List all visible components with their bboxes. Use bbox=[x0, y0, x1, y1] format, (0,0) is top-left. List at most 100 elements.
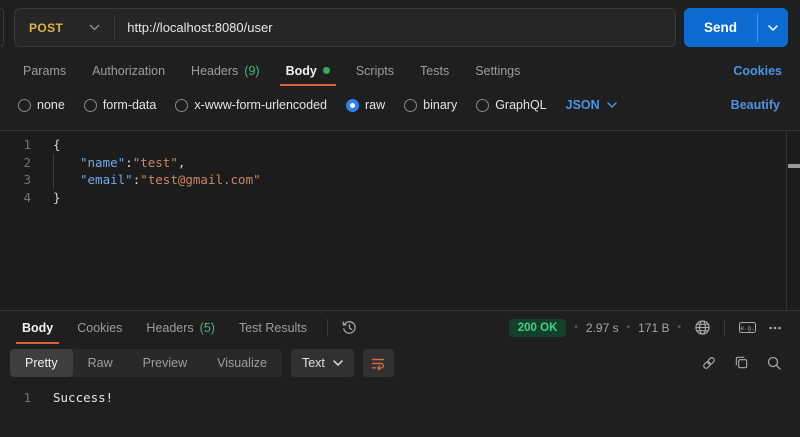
tab-label: Scripts bbox=[355, 63, 395, 78]
url-container: POST bbox=[14, 8, 676, 47]
request-bar: POST Send bbox=[0, 0, 800, 55]
tab-label: Tests bbox=[420, 63, 450, 78]
copy-icon[interactable] bbox=[734, 355, 749, 370]
code-token-key: "name" bbox=[80, 154, 126, 170]
response-meta: 200 OK • 2.97 s • 171 B • e.g. bbox=[508, 311, 788, 344]
view-raw[interactable]: Raw bbox=[73, 349, 128, 377]
response-toolbar: Pretty Raw Preview Visualize Text bbox=[0, 344, 800, 381]
divider bbox=[724, 319, 725, 336]
line-number: 2 bbox=[23, 154, 31, 170]
tab-params[interactable]: Params bbox=[17, 55, 72, 86]
radio-binary[interactable]: binary bbox=[404, 98, 457, 112]
radio-selected-icon bbox=[346, 98, 359, 112]
view-visualize[interactable]: Visualize bbox=[202, 349, 282, 377]
tab-tests[interactable]: Tests bbox=[414, 55, 455, 86]
radio-label: x-www-form-urlencoded bbox=[194, 98, 327, 112]
code-line: 1 Success! bbox=[0, 389, 800, 407]
dot-separator: • bbox=[626, 322, 631, 333]
response-tab-test-results[interactable]: Test Results bbox=[233, 311, 313, 344]
format-dropdown[interactable]: JSON bbox=[566, 98, 617, 112]
response-format-dropdown[interactable]: Text bbox=[290, 348, 354, 377]
radio-label: form-data bbox=[102, 98, 157, 112]
tab-label: Authorization bbox=[92, 63, 166, 78]
cookies-label: Cookies bbox=[733, 63, 782, 78]
response-tab-headers[interactable]: Headers (5) bbox=[140, 311, 221, 344]
radio-none[interactable]: none bbox=[18, 98, 65, 112]
tab-label: Body bbox=[22, 320, 54, 335]
cookies-link[interactable]: Cookies bbox=[733, 55, 782, 86]
status-badge: 200 OK bbox=[508, 318, 567, 337]
code-token: : bbox=[132, 172, 141, 187]
response-time: 2.97 s bbox=[585, 320, 619, 335]
tab-count: (9) bbox=[244, 63, 260, 78]
radio-graphql[interactable]: GraphQL bbox=[476, 98, 547, 112]
code-token: : bbox=[125, 154, 133, 170]
response-tab-cookies[interactable]: Cookies bbox=[71, 311, 128, 344]
response-text: Success! bbox=[53, 390, 114, 405]
view-pretty[interactable]: Pretty bbox=[10, 348, 73, 377]
code-line: 1 { bbox=[0, 136, 800, 154]
send-button[interactable]: Send bbox=[684, 8, 757, 47]
code-line: 2 "name": "test", bbox=[0, 153, 800, 171]
save-example-icon[interactable]: e.g. bbox=[733, 320, 762, 335]
view-switcher: Pretty Raw Preview Visualize bbox=[10, 348, 282, 377]
dot-separator: • bbox=[574, 322, 578, 333]
network-globe-icon[interactable] bbox=[689, 319, 716, 336]
chevron-down-icon bbox=[768, 24, 778, 31]
tab-label: Test Results bbox=[238, 320, 308, 335]
history-icon[interactable] bbox=[336, 311, 363, 344]
tab-settings[interactable]: Settings bbox=[469, 55, 526, 86]
scrollbar-thumb[interactable] bbox=[788, 164, 800, 168]
code-token: { bbox=[53, 137, 61, 152]
radio-icon bbox=[83, 98, 97, 112]
radio-icon bbox=[18, 98, 31, 112]
view-preview[interactable]: Preview bbox=[128, 349, 202, 377]
link-icon[interactable] bbox=[701, 355, 717, 371]
line-number: 3 bbox=[23, 172, 31, 187]
window-edge bbox=[0, 8, 4, 47]
code-line: 3 "email": "test@gmail.com" bbox=[0, 171, 800, 189]
code-token-value: "test" bbox=[132, 154, 178, 170]
divider bbox=[327, 319, 329, 336]
url-input[interactable] bbox=[115, 9, 675, 46]
radio-label: raw bbox=[365, 98, 386, 112]
format-label: JSON bbox=[565, 98, 600, 112]
send-options-button[interactable] bbox=[758, 8, 788, 47]
tab-authorization[interactable]: Authorization bbox=[86, 55, 171, 86]
tab-label: Cookies bbox=[77, 320, 123, 335]
response-body-viewer[interactable]: 1 Success! bbox=[0, 381, 800, 437]
radio-x-www-form-urlencoded[interactable]: x-www-form-urlencoded bbox=[175, 98, 327, 112]
tab-count: (5) bbox=[199, 320, 215, 335]
method-select[interactable]: POST bbox=[15, 9, 114, 46]
editor-scrollbar[interactable] bbox=[786, 131, 800, 310]
radio-label: GraphQL bbox=[495, 98, 547, 112]
search-icon[interactable] bbox=[766, 355, 782, 371]
view-label: Pretty bbox=[25, 355, 58, 370]
tab-body[interactable]: Body bbox=[279, 55, 337, 86]
wrap-text-button[interactable] bbox=[362, 348, 394, 377]
tab-headers[interactable]: Headers (9) bbox=[185, 55, 266, 86]
code-token: } bbox=[53, 189, 61, 205]
code-token: , bbox=[177, 154, 186, 170]
request-tabs: Params Authorization Headers (9) Body Sc… bbox=[0, 55, 800, 86]
method-label: POST bbox=[29, 20, 64, 35]
wrap-text-icon bbox=[370, 355, 386, 371]
view-label: Raw bbox=[87, 355, 113, 370]
radio-raw[interactable]: raw bbox=[346, 98, 385, 112]
tab-scripts[interactable]: Scripts bbox=[350, 55, 400, 86]
more-options-icon[interactable] bbox=[762, 320, 788, 336]
view-label: Visualize bbox=[217, 355, 267, 370]
beautify-label: Beautify bbox=[730, 98, 780, 112]
tab-label: Settings bbox=[475, 63, 521, 78]
line-number: 4 bbox=[23, 189, 31, 205]
response-tab-body[interactable]: Body bbox=[16, 311, 60, 344]
radio-icon bbox=[175, 98, 189, 112]
radio-label: none bbox=[37, 98, 65, 112]
chevron-down-icon bbox=[333, 359, 343, 366]
radio-form-data[interactable]: form-data bbox=[83, 98, 157, 112]
chevron-down-icon bbox=[606, 102, 617, 108]
request-body-editor[interactable]: 1 { 2 "name": "test", 3 "email": "test@gma… bbox=[0, 130, 800, 310]
beautify-button[interactable]: Beautify bbox=[731, 98, 780, 112]
